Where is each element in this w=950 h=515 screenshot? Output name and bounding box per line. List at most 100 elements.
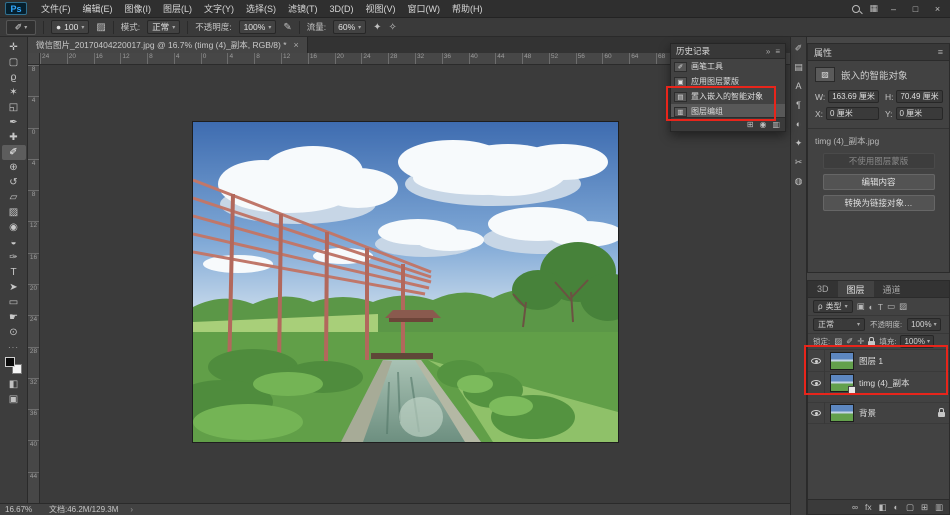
adjustment-layer-icon[interactable]: ◐: [894, 503, 899, 512]
character-panel-icon[interactable]: A: [795, 82, 801, 91]
layer-row[interactable]: timg (4)_副本: [808, 372, 949, 394]
layer-thumbnail[interactable]: [830, 352, 854, 370]
eyedropper-tool[interactable]: ✒: [2, 115, 26, 130]
brush-preset-picker[interactable]: ● 100 ▾: [51, 20, 89, 34]
history-entry[interactable]: ✐ 画笔工具: [671, 59, 785, 74]
menu-item[interactable]: 帮助(H): [446, 0, 489, 18]
layer-thumbnail[interactable]: [830, 404, 854, 422]
blend-mode-select[interactable]: 正常 ▾: [147, 20, 180, 34]
hand-tool[interactable]: ☛: [2, 310, 26, 325]
restore-button[interactable]: □: [909, 4, 922, 14]
flow-select[interactable]: 60% ▾: [333, 20, 366, 34]
menu-item[interactable]: 滤镜(T): [282, 0, 324, 18]
actions-panel-icon[interactable]: ✂: [795, 158, 803, 167]
opacity-select[interactable]: 100% ▾: [239, 20, 277, 34]
menu-item[interactable]: 图层(L): [157, 0, 198, 18]
navigator-panel-icon[interactable]: ◍: [795, 177, 803, 186]
visibility-toggle[interactable]: [808, 350, 825, 372]
airbrush-icon[interactable]: ✦: [373, 22, 381, 33]
menu-item[interactable]: 窗口(W): [402, 0, 447, 18]
filter-adjustment-layers-icon[interactable]: ◐: [869, 302, 874, 312]
clone-stamp-tool[interactable]: ⊕: [2, 160, 26, 175]
adjustments-panel-icon[interactable]: ◐: [796, 120, 801, 129]
x-field[interactable]: 0 厘米: [826, 107, 879, 120]
minimize-button[interactable]: –: [887, 4, 900, 14]
healing-brush-tool[interactable]: ✚: [2, 130, 26, 145]
lock-transparency-icon[interactable]: ▨: [834, 336, 842, 347]
filter-smart-objects-icon[interactable]: ▨: [899, 301, 907, 312]
layer-row[interactable]: 背景: [808, 402, 949, 424]
edit-contents-button[interactable]: 编辑内容: [823, 174, 935, 190]
menu-item[interactable]: 3D(D): [324, 0, 360, 18]
swatches-panel-icon[interactable]: ▤: [794, 63, 803, 72]
add-layer-mask-icon[interactable]: ◧: [879, 503, 887, 512]
path-selection-tool[interactable]: ➤: [2, 280, 26, 295]
history-brush-tool[interactable]: ↺: [2, 175, 26, 190]
fill-field[interactable]: 100% ▾: [900, 335, 933, 348]
collapse-panel-icon[interactable]: »: [766, 47, 770, 56]
layer-thumbnail[interactable]: [830, 374, 854, 392]
zoom-level-field[interactable]: 16.67%: [5, 505, 37, 514]
lasso-tool[interactable]: ϱ: [2, 70, 26, 85]
visibility-toggle[interactable]: [808, 402, 825, 424]
new-snapshot-icon[interactable]: ◉: [759, 121, 766, 129]
delete-layer-icon[interactable]: ▥: [935, 503, 943, 512]
menu-item[interactable]: 图像(I): [119, 0, 158, 18]
close-button[interactable]: ×: [931, 4, 944, 14]
quick-selection-tool[interactable]: ✶: [2, 85, 26, 100]
move-tool[interactable]: ✛: [2, 40, 26, 55]
eraser-tool[interactable]: ▱: [2, 190, 26, 205]
blur-tool[interactable]: ◉: [2, 220, 26, 235]
pen-tool[interactable]: ✑: [2, 250, 26, 265]
panel-menu-icon[interactable]: ≡: [938, 47, 943, 57]
filter-shape-layers-icon[interactable]: ▭: [887, 301, 895, 312]
color-swatches[interactable]: [5, 357, 23, 375]
status-options-arrow-icon[interactable]: ›: [130, 505, 133, 514]
type-tool[interactable]: T: [2, 265, 26, 280]
filter-type-layers-icon[interactable]: T: [878, 302, 883, 312]
smoothing-icon[interactable]: ✧: [389, 22, 397, 33]
pressure-opacity-icon[interactable]: ✎: [283, 22, 291, 33]
new-document-from-state-icon[interactable]: ⊞: [747, 121, 754, 129]
layer-opacity-field[interactable]: 100% ▾: [907, 318, 940, 331]
filter-type-select[interactable]: ρ 类型 ▾: [813, 300, 853, 313]
rect-marquee-tool[interactable]: ▢: [2, 55, 26, 70]
history-entry[interactable]: ▣ 应用图层蒙版: [671, 74, 785, 89]
brush-settings-toggle-icon[interactable]: ▨: [96, 22, 105, 33]
menu-item[interactable]: 编辑(E): [77, 0, 119, 18]
panel-menu-icon[interactable]: ≡: [775, 47, 780, 56]
shape-tool[interactable]: ▭: [2, 295, 26, 310]
workspace-switcher-icon[interactable]: ▦: [869, 3, 878, 14]
screen-mode-button[interactable]: ▣: [9, 394, 18, 405]
panel-tab[interactable]: 3D: [808, 281, 838, 297]
width-field[interactable]: 163.69 厘米: [828, 90, 879, 103]
panel-tab[interactable]: 图层: [838, 281, 874, 297]
styles-panel-icon[interactable]: ✦: [795, 139, 803, 148]
ruler-origin[interactable]: [28, 53, 40, 65]
history-entry[interactable]: ▤ 置入嵌入的智能对象: [671, 89, 785, 104]
crop-tool[interactable]: ◱: [2, 100, 26, 115]
zoom-tool[interactable]: ⊙: [2, 325, 26, 340]
tab-properties[interactable]: 属性: [814, 46, 832, 59]
link-layers-icon[interactable]: ∞: [852, 503, 858, 512]
dodge-tool[interactable]: ◒: [2, 235, 26, 250]
edit-toolbar-icon[interactable]: ···: [8, 343, 19, 352]
panel-tab[interactable]: 通道: [874, 281, 910, 297]
menu-item[interactable]: 选择(S): [240, 0, 282, 18]
delete-state-icon[interactable]: ▥: [772, 121, 780, 129]
filter-pixel-layers-icon[interactable]: ▣: [857, 301, 865, 312]
search-icon[interactable]: [852, 5, 860, 13]
brush-tool[interactable]: ✐: [2, 145, 26, 160]
menu-item[interactable]: 文件(F): [35, 0, 77, 18]
foreground-color-swatch[interactable]: [5, 357, 15, 367]
close-document-icon[interactable]: ×: [294, 40, 299, 50]
lock-position-icon[interactable]: ✛: [857, 336, 864, 347]
tool-preset-picker[interactable]: ✐ ▾: [6, 20, 36, 35]
brush-settings-panel-icon[interactable]: ✐: [795, 44, 803, 53]
gradient-tool[interactable]: ▨: [2, 205, 26, 220]
convert-to-linked-button[interactable]: 转换为链接对象…: [823, 195, 935, 211]
y-field[interactable]: 0 厘米: [896, 107, 943, 120]
layer-blend-mode-select[interactable]: 正常 ▾: [813, 318, 865, 331]
menu-item[interactable]: 视图(V): [360, 0, 402, 18]
canvas-image[interactable]: [193, 122, 618, 442]
